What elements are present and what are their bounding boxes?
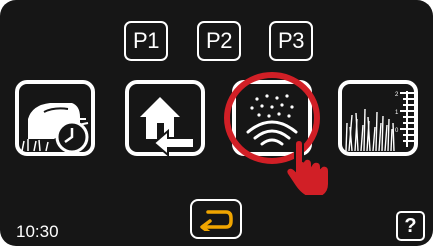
mower-control-screen: P1 P2 P3 2 1 0 10:30 ?	[0, 0, 433, 246]
schedule-mower-clock-icon	[15, 80, 95, 156]
height-scale-label-1: 1	[395, 110, 399, 116]
cutting-height-tile-button[interactable]: 2 1 0	[337, 79, 419, 157]
height-scale-label-0: 0	[395, 128, 399, 134]
pointing-hand-icon	[285, 140, 330, 197]
preset-p1-button[interactable]: P1	[124, 21, 168, 61]
clock-time: 10:30	[16, 222, 59, 241]
height-scale-label-2: 2	[395, 92, 399, 98]
back-button[interactable]	[190, 199, 242, 239]
return-to-station-icon	[125, 80, 205, 157]
preset-p2-button[interactable]: P2	[197, 21, 241, 61]
preset-p3-button[interactable]: P3	[269, 21, 313, 61]
help-button[interactable]: ?	[396, 211, 425, 241]
cutting-height-icon: 2 1 0	[338, 80, 418, 156]
back-arrow-icon	[200, 210, 233, 231]
schedule-tile-button[interactable]	[14, 79, 96, 157]
return-to-station-tile-button[interactable]	[124, 79, 206, 157]
